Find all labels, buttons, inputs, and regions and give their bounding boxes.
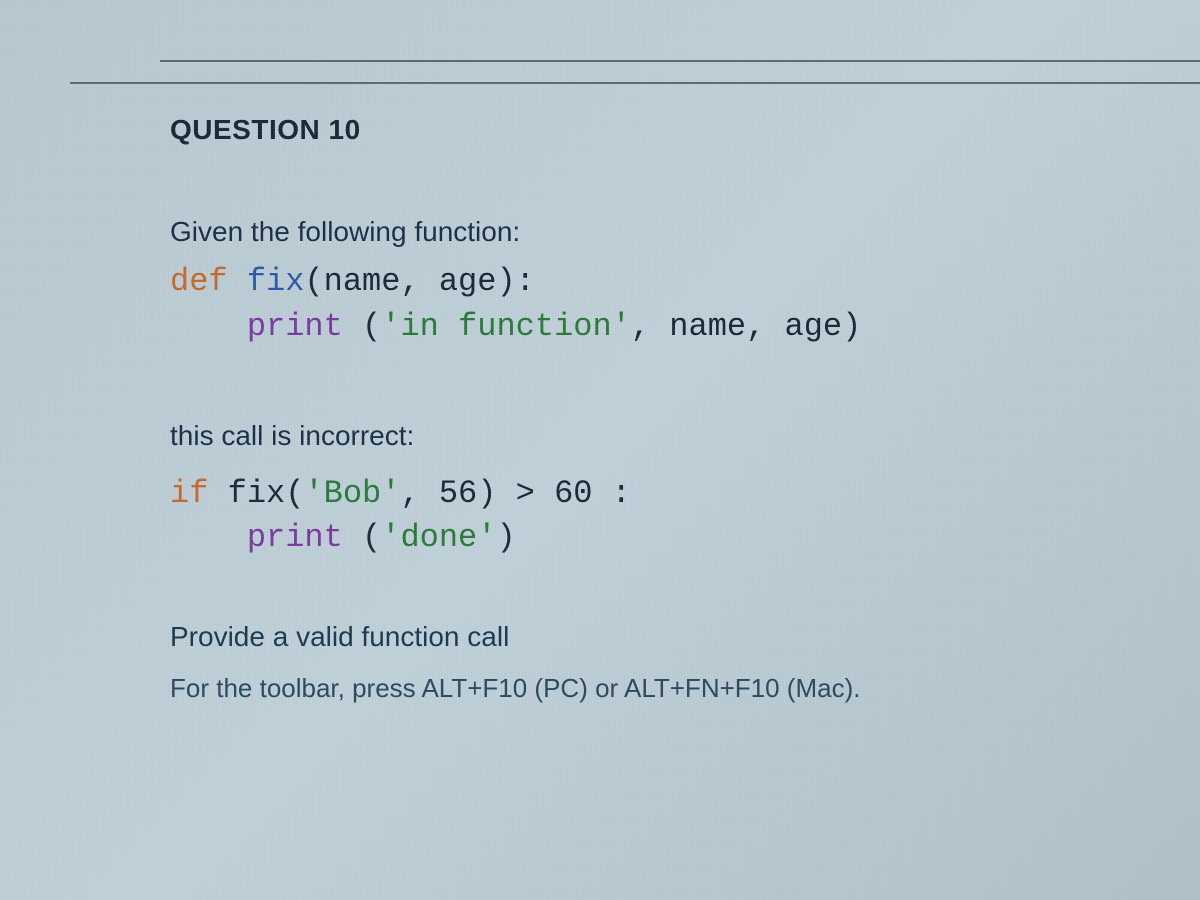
keyword-def: def	[170, 263, 228, 300]
question-content: QUESTION 10 Given the following function…	[50, 84, 1200, 734]
paren-open: (	[343, 308, 381, 345]
function-name: fix	[228, 263, 305, 300]
toolbar-hint: For the toolbar, press ALT+F10 (PC) or A…	[170, 673, 1170, 704]
code-incorrect-call: if fix('Bob', 56) > 60 : print ('done')	[170, 472, 1170, 562]
intro-text: Given the following function:	[170, 216, 1170, 248]
mid-text: this call is incorrect:	[170, 420, 1170, 452]
after-bob: , 56) > 60 :	[400, 475, 630, 512]
indent	[170, 308, 247, 345]
paren-open2: (	[343, 519, 381, 556]
indent2	[170, 519, 247, 556]
keyword-print: print	[247, 308, 343, 345]
params: (name, age):	[304, 263, 534, 300]
args-rest: , name, age)	[631, 308, 861, 345]
answer-prompt: Provide a valid function call	[170, 621, 1170, 653]
string-literal: 'in function'	[381, 308, 631, 345]
question-container: QUESTION 10 Given the following function…	[0, 0, 1200, 734]
keyword-print2: print	[247, 519, 343, 556]
string-done: 'done'	[381, 519, 496, 556]
code-function-def: def fix(name, age): print ('in function'…	[170, 260, 1170, 350]
question-heading: QUESTION 10	[170, 114, 1170, 146]
call-open: fix(	[208, 475, 304, 512]
keyword-if: if	[170, 475, 208, 512]
paren-close: )	[496, 519, 515, 556]
divider-top	[160, 60, 1200, 62]
string-bob: 'Bob'	[304, 475, 400, 512]
